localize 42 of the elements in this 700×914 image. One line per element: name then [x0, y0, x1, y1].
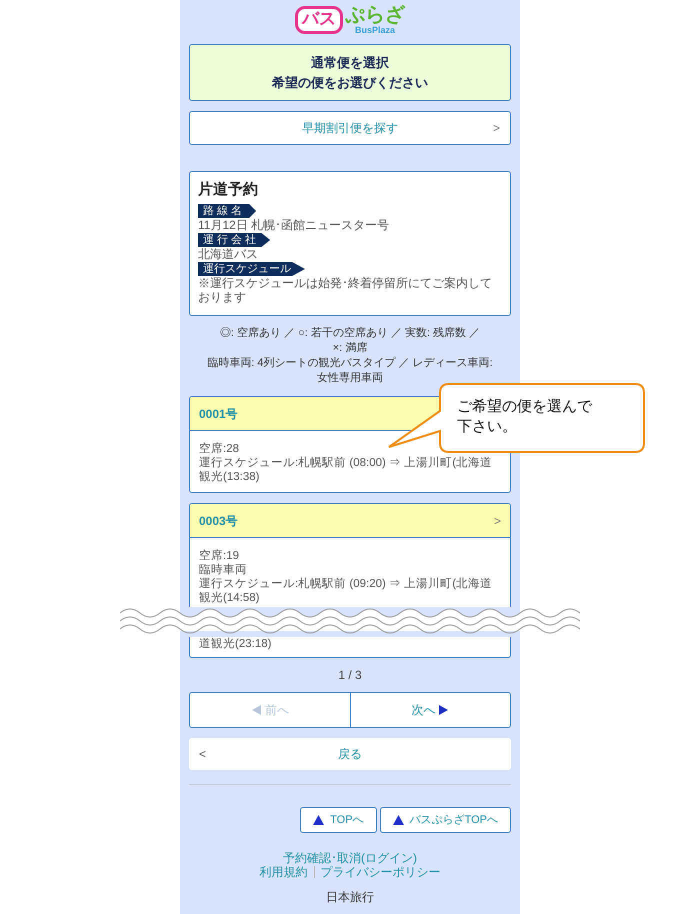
legend-text: 臨時車両: 4列シートの観光バスタイプ ／ レディース車両: [207, 356, 493, 371]
logo-subtitle: BusPlaza [354, 25, 396, 35]
departure-detail: 道観光(23:18) [199, 637, 272, 651]
left-triangle-icon [250, 705, 261, 715]
departure-number: 0001号 [199, 406, 238, 422]
chevron-icon: > [492, 119, 500, 137]
top-link-button[interactable]: バスぷらざTOPへ [380, 807, 511, 833]
footer-link[interactable]: プライバシーポリシー [320, 865, 440, 879]
logo-bus: バス [295, 6, 343, 34]
legend-text: ◎: 空席あり ／ ○: 若干の空席あり ／ 実数: 残席数 ／ [220, 326, 480, 341]
booking-title: 片道予約 [198, 180, 258, 200]
footer-link[interactable]: 利用規約 [260, 865, 308, 879]
departure-detail: 運行スケジュール:札幌駅前 (08:00) ⇒ 上湯川町(北海道観光(13:38) [199, 456, 494, 484]
departure-detail: 臨時車両 [199, 563, 248, 577]
heading-text: 希望の便をお選びください [272, 74, 428, 92]
field-label: 運行スケジュール [198, 262, 305, 276]
page-indicator: 1 / 3 [337, 668, 363, 682]
field-value: 北海道バス [198, 247, 258, 261]
departure-detail: 空席:28 [199, 442, 240, 456]
heading-text: 通常便を選択 [311, 54, 389, 72]
field-label: 路 線 名 [198, 204, 256, 218]
chevron-icon: > [494, 512, 501, 530]
departure-detail: 運行スケジュール:札幌駅前 (09:20) ⇒ 上湯川町(北海道観光(14:58) [199, 577, 494, 605]
footer-link[interactable]: 予約確認･取消(ログイン) [283, 851, 417, 865]
departure-detail: 空席:19 [199, 549, 240, 563]
back-button[interactable]: < 戻る [189, 738, 511, 770]
departure-card[interactable]: 0003号 > 空席:19 臨時車両 運行スケジュール:札幌駅前 (09:20) ⇒ 上湯川町(北海道観光(14:58) [189, 503, 511, 607]
up-triangle-icon [392, 815, 404, 825]
field-label: 運 行 会 社 [198, 233, 270, 247]
chevron-icon: < [199, 745, 206, 763]
field-value: 11月12日 札幌･函館ニュースター号 [198, 218, 390, 232]
field-value: ※運行スケジュールは始発･終着停留所にてご案内しております [198, 276, 493, 304]
departure-number: 0003号 [199, 512, 238, 530]
logo-title: ぷらざ [345, 5, 405, 25]
right-triangle-icon [439, 705, 450, 715]
early-discount-button[interactable]: 早期割引便を探す > [189, 111, 511, 145]
up-triangle-icon [313, 815, 324, 825]
legend-text: ×: 満席 [332, 341, 368, 356]
next-button[interactable]: 次へ [350, 693, 510, 727]
top-link-button[interactable]: TOPへ [300, 807, 377, 833]
company-name: 日本旅行 [325, 889, 375, 906]
legend-text: 女性専用車両 [317, 371, 383, 386]
